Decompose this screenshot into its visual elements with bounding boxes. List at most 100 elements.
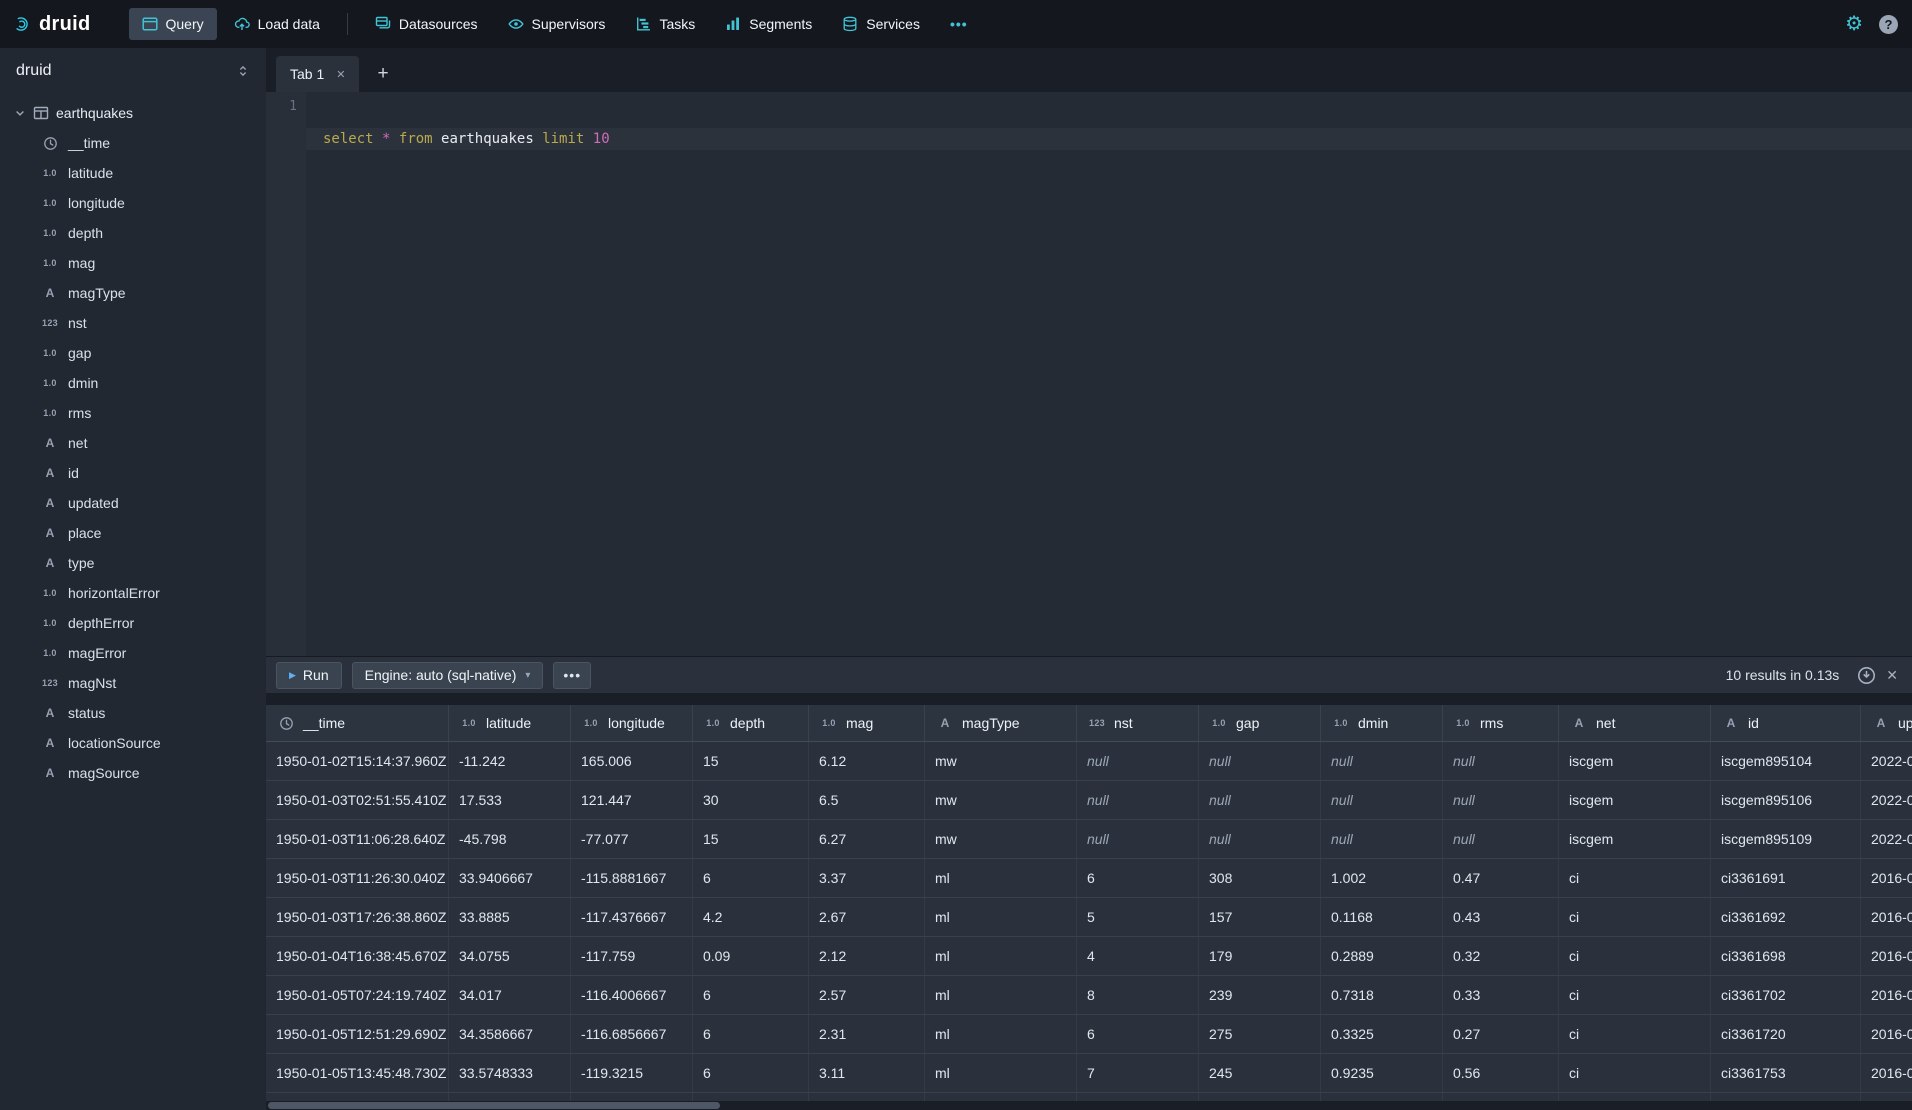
nav-load-data[interactable]: Load data [221,8,333,40]
nav-services[interactable]: Services [829,8,933,40]
table-cell[interactable]: 2.12 [809,937,925,975]
column-header-updated[interactable]: Aupdated [1861,705,1912,741]
sidebar-column-magError[interactable]: 1.0magError [0,638,266,668]
query-editor[interactable]: 1 select * from earthquakes limit 10 [266,92,1912,656]
nav-more-button[interactable]: ••• [937,8,981,40]
table-cell[interactable]: mw [925,820,1077,858]
table-cell[interactable]: null [1321,820,1443,858]
table-cell[interactable]: 6 [1077,859,1199,897]
table-cell[interactable]: ml [925,937,1077,975]
schema-selector[interactable]: druid [0,48,266,94]
table-cell[interactable]: 33.5748333 [449,1054,571,1092]
column-header-net[interactable]: Anet [1559,705,1711,741]
table-cell[interactable]: -77.077 [571,820,693,858]
table-cell[interactable]: 0.2889 [1321,937,1443,975]
sidebar-column-rms[interactable]: 1.0rms [0,398,266,428]
table-cell[interactable]: ml [925,976,1077,1014]
table-cell[interactable]: ci3361753 [1711,1054,1861,1092]
table-cell[interactable]: 1950-01-05T07:24:19.740Z [266,976,449,1014]
table-cell[interactable]: 5 [1077,898,1199,936]
table-cell[interactable]: 1.002 [1321,859,1443,897]
table-cell[interactable]: ml [925,1054,1077,1092]
sidebar-column-status[interactable]: Astatus [0,698,266,728]
table-cell[interactable]: ml [925,1015,1077,1053]
table-cell[interactable]: null [1321,742,1443,780]
table-cell[interactable]: 3.37 [809,859,925,897]
column-header-gap[interactable]: 1.0gap [1199,705,1321,741]
table-cell[interactable]: ml [925,898,1077,936]
column-header-id[interactable]: Aid [1711,705,1861,741]
sidebar-column-depthError[interactable]: 1.0depthError [0,608,266,638]
table-cell[interactable]: -116.6856667 [571,1015,693,1053]
sidebar-column-gap[interactable]: 1.0gap [0,338,266,368]
table-cell[interactable]: ci [1559,976,1711,1014]
engine-select[interactable]: Engine: auto (sql-native) ▾ [352,662,544,689]
table-cell[interactable]: ci [1559,937,1711,975]
horizontal-scrollbar[interactable] [266,1101,1912,1110]
table-cell[interactable]: ci3361692 [1711,898,1861,936]
nav-segments[interactable]: Segments [712,8,825,40]
table-cell[interactable]: ci [1559,898,1711,936]
table-cell[interactable]: 8 [1077,976,1199,1014]
sidebar-column-magType[interactable]: AmagType [0,278,266,308]
sidebar-column-magSource[interactable]: AmagSource [0,758,266,788]
table-cell[interactable]: 1950-01-04T16:38:45.670Z [266,937,449,975]
table-cell[interactable]: 6 [693,1015,809,1053]
table-cell[interactable]: 308 [1199,859,1321,897]
table-cell[interactable]: null [1077,742,1199,780]
table-cell[interactable]: null [1199,820,1321,858]
table-cell[interactable]: 2016-0 [1861,898,1912,936]
table-cell[interactable]: -115.8881667 [571,859,693,897]
table-cell[interactable]: iscgem895104 [1711,742,1861,780]
table-cell[interactable]: -119.3215 [571,1054,693,1092]
query-line[interactable]: select * from earthquakes limit 10 [306,128,1912,150]
table-cell[interactable]: 6 [693,859,809,897]
table-cell[interactable]: 2.67 [809,898,925,936]
table-cell[interactable]: null [1199,742,1321,780]
column-header-magType[interactable]: AmagType [925,705,1077,741]
table-cell[interactable]: 1950-01-05T12:51:29.690Z [266,1015,449,1053]
table-cell[interactable]: 1950-01-05T13:45:48.730Z [266,1054,449,1092]
table-cell[interactable]: 2022-0 [1861,742,1912,780]
table-cell[interactable]: 0.1168 [1321,898,1443,936]
table-cell[interactable]: 3.11 [809,1054,925,1092]
table-cell[interactable]: 2016-0 [1861,1015,1912,1053]
sidebar-column-place[interactable]: Aplace [0,518,266,548]
table-cell[interactable]: 2016-0 [1861,976,1912,1014]
table-cell[interactable]: mw [925,781,1077,819]
table-cell[interactable]: 34.0755 [449,937,571,975]
table-cell[interactable]: ci [1559,859,1711,897]
table-cell[interactable]: 34.3586667 [449,1015,571,1053]
table-cell[interactable]: 165.006 [571,742,693,780]
table-cell[interactable]: 1950-01-03T11:26:30.040Z [266,859,449,897]
table-cell[interactable]: ci3361698 [1711,937,1861,975]
table-cell[interactable]: null [1077,781,1199,819]
table-cell[interactable]: 34.017 [449,976,571,1014]
table-cell[interactable]: 0.7318 [1321,976,1443,1014]
table-cell[interactable]: -117.759 [571,937,693,975]
nav-query[interactable]: Query [129,8,217,40]
table-cell[interactable]: -116.4006667 [571,976,693,1014]
scrollbar-thumb[interactable] [268,1102,720,1109]
table-cell[interactable]: mw [925,742,1077,780]
table-cell[interactable]: 2022-0 [1861,781,1912,819]
table-cell[interactable]: 121.447 [571,781,693,819]
nav-supervisors[interactable]: Supervisors [495,8,619,40]
table-cell[interactable]: iscgem [1559,742,1711,780]
sidebar-column-dmin[interactable]: 1.0dmin [0,368,266,398]
table-cell[interactable]: null [1321,781,1443,819]
table-cell[interactable]: 6 [1077,1015,1199,1053]
datasource-earthquakes[interactable]: earthquakes [0,98,266,128]
table-cell[interactable]: 6.27 [809,820,925,858]
column-header-latitude[interactable]: 1.0latitude [449,705,571,741]
gear-icon[interactable]: ⚙ [1845,14,1863,34]
sidebar-column-depth[interactable]: 1.0depth [0,218,266,248]
table-cell[interactable]: 4.2 [693,898,809,936]
table-cell[interactable]: ci [1559,1015,1711,1053]
table-cell[interactable]: 0.33 [1443,976,1559,1014]
query-more-button[interactable]: ••• [553,662,591,689]
column-header-mag[interactable]: 1.0mag [809,705,925,741]
sidebar-column-horizontalError[interactable]: 1.0horizontalError [0,578,266,608]
table-cell[interactable]: 157 [1199,898,1321,936]
table-cell[interactable]: 2016-0 [1861,1054,1912,1092]
